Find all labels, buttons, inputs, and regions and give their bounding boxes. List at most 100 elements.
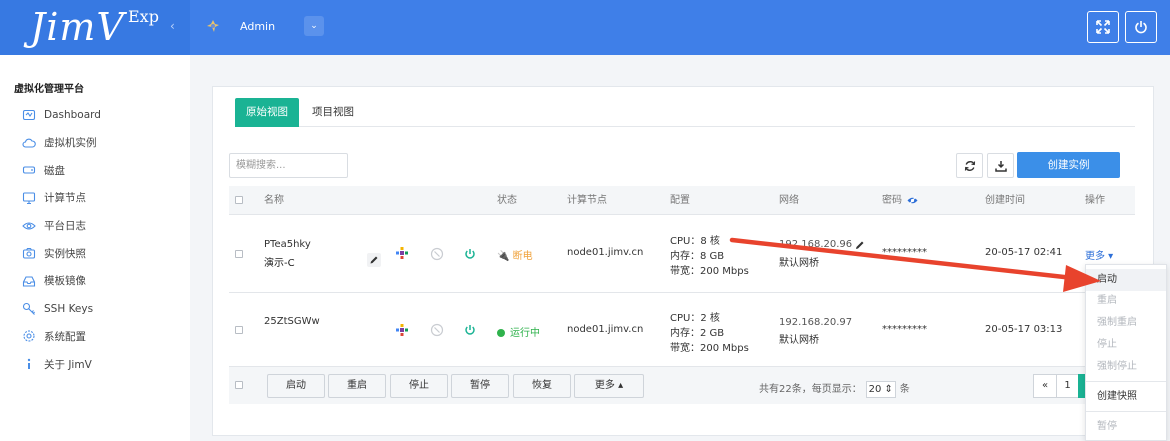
- menu-item-force-restart[interactable]: 强制重启: [1086, 312, 1166, 334]
- instance-name[interactable]: 25ZtSGWw: [264, 316, 320, 327]
- plug-icon: 🔌: [497, 251, 510, 262]
- download-button[interactable]: [987, 153, 1014, 178]
- sidebar-item-ssh-keys[interactable]: SSH Keys: [0, 295, 190, 323]
- bulk-stop-button[interactable]: 停止: [390, 374, 448, 398]
- node-name: node01.jimv.cn: [567, 324, 644, 335]
- instance-alias: 演示-C: [264, 258, 295, 269]
- sidebar-item-label: Dashboard: [44, 108, 101, 121]
- menu-item-pause[interactable]: 暂停: [1086, 416, 1166, 438]
- logout-button[interactable]: [1125, 11, 1157, 43]
- expand-icon: [1096, 20, 1110, 34]
- user-name[interactable]: Admin: [240, 20, 275, 33]
- page-1-button[interactable]: 1: [1056, 374, 1079, 398]
- table-row[interactable]: PTea5hky 演示-C 🔌 断电 node01.jimv.cn CPU：8 …: [229, 215, 1135, 293]
- more-actions-link[interactable]: 更多 ▾: [1085, 247, 1113, 262]
- download-icon: [994, 160, 1007, 172]
- pager-total: 共有22条，每页显示：: [759, 384, 862, 395]
- sidebar: 虚拟化管理平台 Dashboard 虚拟机实例 磁盘 计算节点 平台日志 实例快…: [0, 55, 190, 441]
- chevron-down-icon[interactable]: ⌄: [304, 16, 324, 36]
- inbox-icon: [22, 276, 36, 287]
- row-checkbox[interactable]: [235, 326, 243, 334]
- select-all-checkbox[interactable]: [235, 196, 243, 204]
- config-mem: 内存：2 GB: [670, 328, 725, 339]
- sidebar-item-templates[interactable]: 模板镜像: [0, 267, 190, 295]
- menu-item-create-snapshot[interactable]: 创建快照: [1086, 386, 1166, 408]
- config-mem: 内存：8 GB: [670, 251, 725, 262]
- pager-summary: 共有22条，每页显示： 20 ⇕ 条: [759, 380, 910, 398]
- gear-icon: [23, 330, 35, 342]
- logo: JimV: [30, 5, 125, 49]
- vnc-icon[interactable]: [430, 323, 444, 337]
- create-instance-button[interactable]: 创建实例: [1017, 152, 1120, 178]
- network-bridge: 默认网桥: [779, 335, 819, 346]
- bulk-actions-bar: 启动 重启 停止 暂停 恢复 更多 ▴ 共有22条，每页显示： 20 ⇕ 条 « 1: [229, 367, 1135, 404]
- bulk-more-button[interactable]: 更多 ▴: [574, 374, 644, 398]
- menu-item-stop[interactable]: 停止: [1086, 334, 1166, 356]
- logo-edition: Exp: [128, 7, 159, 26]
- col-created: 创建时间: [985, 195, 1025, 206]
- tab-raw-view[interactable]: 原始视图: [235, 98, 299, 127]
- bulk-resume-button[interactable]: 恢复: [513, 374, 571, 398]
- edit-icon[interactable]: [367, 253, 381, 267]
- ip-address: 192.168.20.96: [779, 239, 853, 250]
- sidebar-item-about[interactable]: 关于 JimV: [0, 350, 190, 378]
- power-icon: [1135, 21, 1147, 34]
- table-row[interactable]: 25ZtSGWw 运行中 node01.jimv.cn CPU：2 核 内存：2…: [229, 293, 1135, 367]
- sidebar-item-label: 虚拟机实例: [44, 137, 97, 150]
- menu-item-start[interactable]: 启动: [1086, 269, 1166, 291]
- menu-divider: [1086, 381, 1166, 382]
- status-badge: 🔌 断电: [497, 247, 533, 262]
- page-size-select[interactable]: 20 ⇕: [865, 380, 896, 398]
- sidebar-item-instances[interactable]: 虚拟机实例: [0, 129, 190, 157]
- sidebar-item-label: 实例快照: [44, 247, 86, 260]
- sidebar-item-label: 磁盘: [44, 164, 65, 177]
- row-checkbox[interactable]: [235, 250, 243, 258]
- menu-item-force-stop[interactable]: 强制停止: [1086, 356, 1166, 378]
- instance-name[interactable]: PTea5hky: [264, 239, 311, 250]
- table-header: 名称 状态 计算节点 配置 网络 密码 创建时间 操作: [229, 186, 1135, 215]
- bulk-start-button[interactable]: 启动: [267, 374, 325, 398]
- cloud-icon: [22, 138, 36, 148]
- power-toggle-icon[interactable]: [463, 323, 477, 337]
- fullscreen-button[interactable]: [1087, 11, 1119, 43]
- disk-icon: [22, 166, 36, 174]
- logo-area: JimV Exp ‹: [0, 0, 190, 55]
- sidebar-item-nodes[interactable]: 计算节点: [0, 184, 190, 212]
- power-toggle-icon[interactable]: [463, 247, 477, 261]
- created-time: 20-05-17 03:13: [985, 324, 1063, 335]
- sidebar-item-snapshots[interactable]: 实例快照: [0, 239, 190, 267]
- sidebar-item-settings[interactable]: 系统配置: [0, 323, 190, 351]
- password-masked: *********: [882, 247, 927, 258]
- eye-slash-icon[interactable]: [907, 196, 918, 205]
- col-name: 名称: [264, 195, 284, 206]
- menu-divider: [1086, 411, 1166, 412]
- sidebar-item-label: 计算节点: [44, 192, 86, 205]
- network-bridge: 默认网桥: [779, 258, 819, 269]
- monitor-icon: [22, 192, 36, 204]
- bulk-select-checkbox[interactable]: [235, 381, 243, 389]
- tab-project-view[interactable]: 项目视图: [301, 98, 365, 127]
- prev-page-button[interactable]: «: [1033, 374, 1057, 398]
- refresh-button[interactable]: [956, 153, 983, 178]
- bulk-pause-button[interactable]: 暂停: [451, 374, 509, 398]
- avatar[interactable]: [206, 19, 220, 33]
- sidebar-item-logs[interactable]: 平台日志: [0, 212, 190, 240]
- col-network: 网络: [779, 195, 799, 206]
- vnc-icon[interactable]: [430, 247, 444, 261]
- edit-ip-icon[interactable]: [853, 238, 867, 252]
- sidebar-item-label: SSH Keys: [44, 302, 94, 315]
- sidebar-item-dashboard[interactable]: Dashboard: [0, 101, 190, 129]
- chevron-left-icon[interactable]: ‹: [170, 19, 175, 33]
- config-cpu: CPU：2 核: [670, 313, 720, 324]
- col-node: 计算节点: [567, 195, 607, 206]
- top-header: JimV Exp ‹ Admin ⌄: [0, 0, 1170, 55]
- config-bw: 带宽：200 Mbps: [670, 266, 749, 277]
- sidebar-item-disks[interactable]: 磁盘: [0, 156, 190, 184]
- camera-icon: [22, 248, 36, 259]
- menu-item-restart[interactable]: 重启: [1086, 290, 1166, 312]
- search-input[interactable]: [229, 153, 348, 178]
- status-badge: 运行中: [497, 324, 540, 339]
- sidebar-item-label: 系统配置: [44, 330, 86, 343]
- bulk-restart-button[interactable]: 重启: [328, 374, 386, 398]
- sidebar-title: 虚拟化管理平台: [14, 84, 84, 95]
